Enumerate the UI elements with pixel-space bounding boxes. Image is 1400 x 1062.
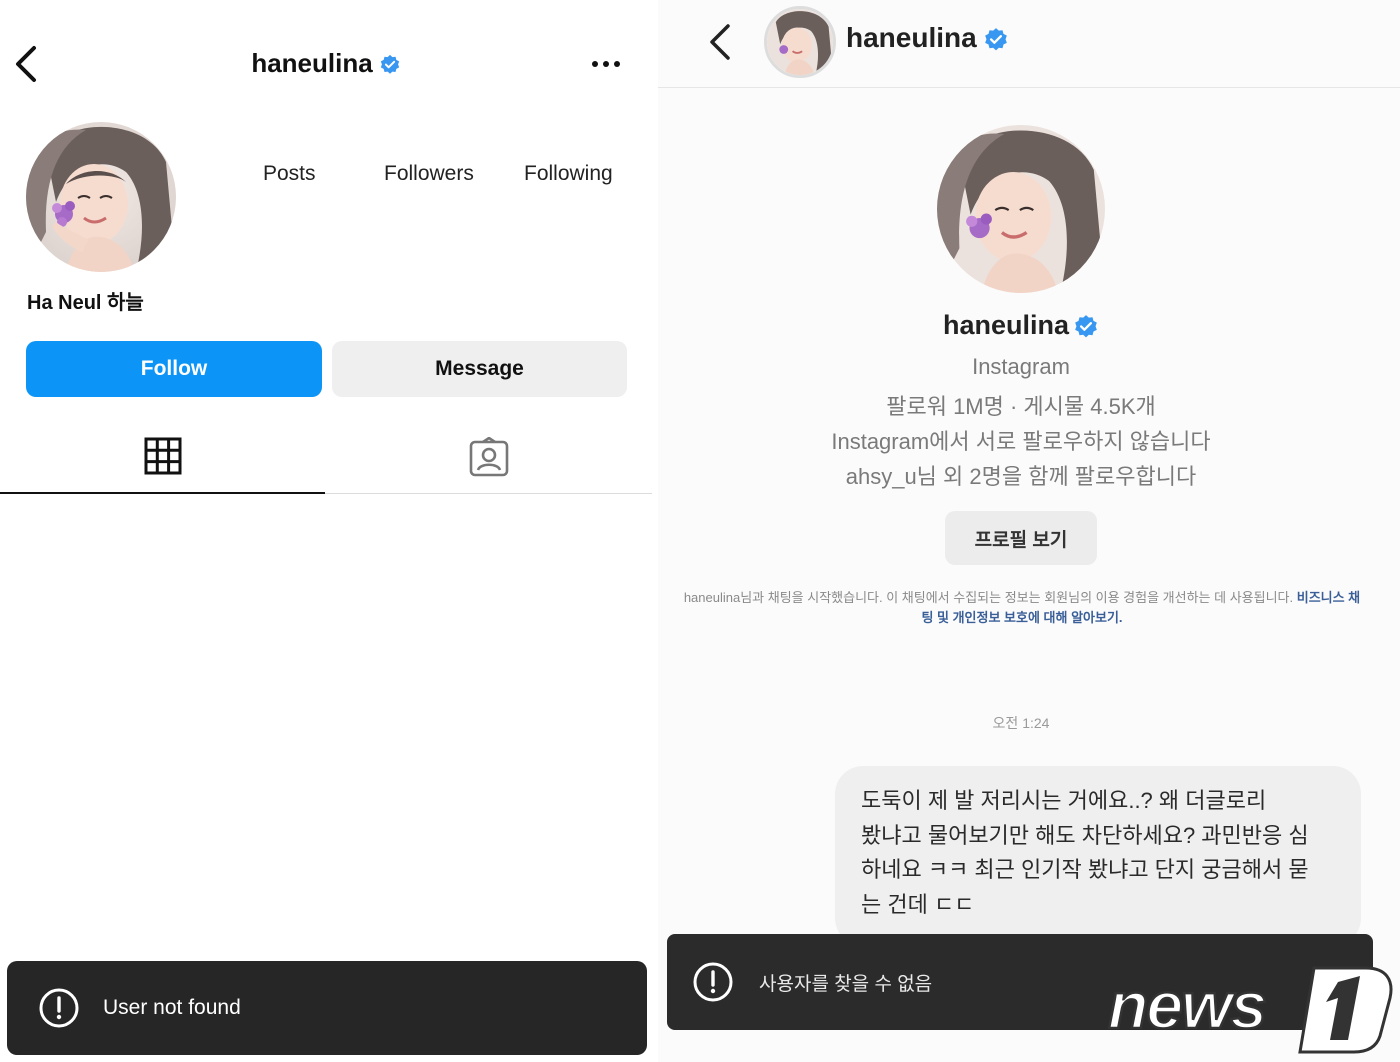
- avatar-photo: [26, 122, 176, 272]
- verified-badge-icon: [1075, 314, 1097, 338]
- svg-text:news: news: [1108, 968, 1265, 1042]
- left-profile-screen: haneulina Posts Followers Following Ha N…: [0, 0, 652, 1062]
- tab-tagged[interactable]: [325, 420, 652, 494]
- chat-header: haneulina: [658, 0, 1400, 88]
- right-chat-screen: haneulina haneulina Instagram 팔로워 1M명 · …: [658, 0, 1400, 1062]
- profile-relation-line: Instagram에서 서로 팔로우하지 않습니다: [831, 429, 1211, 454]
- avatar-photo: [767, 9, 833, 75]
- profile-stats-line: 팔로워 1M명 · 게시물 4.5K개: [886, 394, 1156, 419]
- verified-badge-icon: [984, 27, 1007, 51]
- followers-stat-label[interactable]: Followers: [384, 162, 474, 186]
- message-line: 하네요 ㅋㅋ 최근 인기작 봤냐고 단지 궁금해서 묻: [861, 857, 1309, 882]
- chat-privacy-notice: haneulina님과 채팅을 시작했습니다. 이 채팅에서 수집되는 정보는 …: [680, 588, 1364, 628]
- chat-header-username[interactable]: haneulina: [846, 22, 1009, 54]
- following-stat-label[interactable]: Following: [524, 162, 613, 186]
- message-line: 는 건데 ㄷㄷ: [861, 891, 975, 917]
- profile-username: haneulina: [942, 310, 1070, 340]
- chat-profile-username: haneulina: [658, 310, 1384, 341]
- follow-button[interactable]: Follow: [26, 341, 322, 397]
- view-profile-button[interactable]: 프로필 보기: [945, 511, 1097, 565]
- message-line: 도둑이 제 발 저리시는 거에요..? 왜 더글로리: [861, 788, 1267, 813]
- news1-watermark-logo: news: [1107, 966, 1393, 1054]
- posts-stat-label[interactable]: Posts: [263, 162, 316, 186]
- message-button[interactable]: Message: [332, 341, 627, 397]
- tab-posts-grid[interactable]: [0, 420, 325, 494]
- alert-circle-icon: [39, 988, 79, 1028]
- user-not-found-toast: User not found: [7, 961, 647, 1055]
- back-chevron-icon[interactable]: [706, 20, 736, 64]
- profile-subtitle: Instagram: [972, 354, 1070, 379]
- profile-mutual-line: ahsy_u님 외 2명을 함께 팔로우합니다: [845, 464, 1197, 489]
- message-timestamp: 오전 1:24: [992, 715, 1050, 731]
- toast-text: 사용자를 찾을 수 없음: [759, 973, 933, 995]
- more-options-icon[interactable]: [588, 50, 624, 78]
- toast-text: User not found: [103, 996, 241, 1019]
- header-username: haneulina: [251, 48, 373, 78]
- message-line: 봤냐고 물어보기만 해도 차단하세요? 과민반응 심: [861, 822, 1309, 848]
- chat-profile-avatar[interactable]: [937, 125, 1105, 293]
- alert-circle-icon: [693, 962, 733, 1002]
- sent-message-bubble[interactable]: 도둑이 제 발 저리시는 거에요..? 왜 더글로리 봤냐고 물어보기만 해도 …: [835, 766, 1361, 946]
- profile-username-header: haneulina: [0, 48, 652, 79]
- profile-avatar[interactable]: [26, 122, 176, 272]
- notice-text: haneulina님과 채팅을 시작했습니다. 이 채팅에서 수집되는 정보는 …: [683, 590, 1294, 605]
- display-name: Ha Neul 하늘: [27, 292, 144, 314]
- chat-header-avatar[interactable]: [764, 6, 836, 78]
- grid-icon: [144, 437, 181, 475]
- verified-badge-icon: [380, 55, 399, 74]
- tagged-person-icon: [469, 436, 508, 476]
- avatar-photo: [937, 125, 1105, 293]
- header-username: haneulina: [846, 22, 977, 53]
